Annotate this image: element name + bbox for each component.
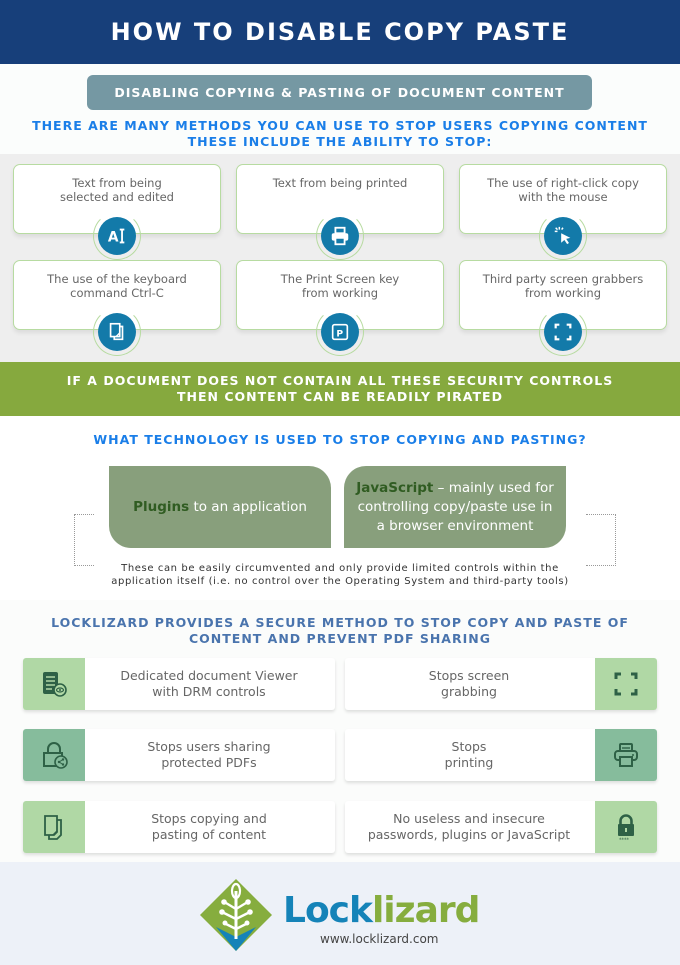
method-card: The use of right-click copy with the mou… — [459, 164, 667, 260]
heading-line-1: LOCKLIZARD PROVIDES A SECURE METHOD TO S… — [51, 615, 629, 630]
svg-text:P: P — [336, 329, 343, 340]
feature-line-2: passwords, plugins or JavaScript — [367, 827, 571, 842]
website-link[interactable]: www.locklizard.com — [320, 932, 438, 946]
text-select-icon: A — [98, 217, 136, 255]
feature-line-1: Stops users sharing — [147, 739, 271, 754]
intro-text: THERE ARE MANY METHODS YOU CAN USE TO ST… — [0, 118, 680, 150]
locklizard-heading: LOCKLIZARD PROVIDES A SECURE METHOD TO S… — [0, 615, 680, 647]
card-line-2: command Ctrl-C — [70, 286, 164, 300]
footer: Locklizard www.locklizard.com — [0, 862, 680, 965]
password-lock-icon: **** — [595, 801, 657, 853]
feature-line-1: No useless and insecure — [393, 811, 545, 826]
feature-text: Dedicated document Viewer with DRM contro… — [89, 658, 329, 710]
bracket-left — [74, 514, 94, 566]
feature-text: Stops printing — [349, 729, 589, 781]
card-line-2: from working — [301, 286, 379, 300]
feature-item: Dedicated document Viewer with DRM contro… — [23, 658, 335, 710]
javascript-box: JavaScript – mainly used for controlling… — [344, 466, 566, 548]
methods-grid: Text from being selected and edited A Te… — [0, 154, 680, 362]
document-viewer-icon — [23, 658, 85, 710]
plugins-desc: to an application — [189, 498, 307, 515]
brand-part-1: Lock — [283, 890, 373, 931]
bracket-right — [586, 514, 616, 566]
print-screen-key-icon: P — [321, 313, 359, 351]
feature-line-2: printing — [444, 755, 494, 770]
feature-line-2: grabbing — [441, 684, 497, 699]
method-card: The Print Screen key from working P — [236, 260, 444, 356]
copy-pages-icon — [23, 801, 85, 853]
feature-line-1: Dedicated document Viewer — [120, 668, 298, 683]
plugins-label: Plugins — [133, 498, 190, 515]
feature-line-2: pasting of content — [151, 827, 267, 842]
feature-line-1: Stops copying and — [151, 811, 267, 826]
screen-capture-icon — [595, 658, 657, 710]
feature-item: Stops screen grabbing — [345, 658, 657, 710]
note-line-1: These can be easily circumvented and onl… — [121, 563, 559, 574]
banner-line-1: IF A DOCUMENT DOES NOT CONTAIN ALL THESE… — [66, 373, 614, 388]
card-line-2: selected and edited — [60, 190, 174, 204]
brand-name: Locklizard — [283, 890, 480, 931]
heading-line-2: CONTENT AND PREVENT PDF SHARING — [189, 631, 491, 646]
card-line-1: Text from being — [72, 176, 162, 190]
feature-item: Stops printing — [345, 729, 657, 781]
javascript-desc-1: – mainly used for — [433, 479, 554, 496]
card-line-1: The use of the keyboard — [47, 272, 187, 286]
method-card: Third party screen grabbers from working — [459, 260, 667, 356]
feature-text: Stops users sharing protected PDFs — [89, 729, 329, 781]
copy-icon — [98, 313, 136, 351]
lock-share-icon — [23, 729, 85, 781]
printer-icon — [321, 217, 359, 255]
card-line-1: Third party screen grabbers — [482, 272, 644, 286]
plugins-box: Plugins to an application — [109, 466, 331, 548]
technology-section: WHAT TECHNOLOGY IS USED TO STOP COPYING … — [0, 416, 680, 600]
javascript-desc-3: a browser environment — [376, 517, 534, 534]
card-line-1: The use of right-click copy — [487, 176, 639, 190]
page-header: HOW TO DISABLE COPY PASTE — [0, 0, 680, 64]
feature-item: No useless and insecure passwords, plugin… — [345, 801, 657, 853]
card-line-1: The Print Screen key — [280, 272, 400, 286]
feature-line-2: protected PDFs — [161, 755, 257, 770]
feature-line-1: Stops screen — [428, 668, 510, 683]
feature-text: Stops screen grabbing — [349, 658, 589, 710]
javascript-label: JavaScript — [356, 479, 434, 496]
technology-question: WHAT TECHNOLOGY IS USED TO STOP COPYING … — [93, 432, 587, 447]
locklizard-logo-icon — [200, 879, 272, 951]
brand-part-2: lizard — [371, 890, 480, 931]
feature-item: Stops users sharing protected PDFs — [23, 729, 335, 781]
feature-text: No useless and insecure passwords, plugin… — [349, 801, 589, 853]
javascript-desc-2: controlling copy/paste use in — [357, 498, 553, 515]
technology-note: These can be easily circumvented and onl… — [0, 562, 680, 588]
intro-section: DISABLING COPYING & PASTING OF DOCUMENT … — [0, 64, 680, 154]
printer-icon — [595, 729, 657, 781]
feature-line-2: with DRM controls — [152, 684, 266, 699]
banner-line-2: THEN CONTENT CAN BE READILY PIRATED — [177, 389, 503, 404]
note-line-2: application itself (i.e. no control over… — [111, 576, 569, 587]
svg-text:A: A — [108, 230, 119, 246]
warning-banner: IF A DOCUMENT DOES NOT CONTAIN ALL THESE… — [0, 362, 680, 416]
locklizard-section: LOCKLIZARD PROVIDES A SECURE METHOD TO S… — [0, 600, 680, 862]
method-card: The use of the keyboard command Ctrl-C — [13, 260, 221, 356]
feature-item: Stops copying and pasting of content — [23, 801, 335, 853]
intro-line-1: THERE ARE MANY METHODS YOU CAN USE TO ST… — [32, 118, 648, 133]
method-card: Text from being selected and edited A — [13, 164, 221, 260]
card-line-1: Text from being printed — [272, 176, 408, 190]
card-line-2: with the mouse — [518, 190, 608, 204]
screen-capture-icon — [544, 313, 582, 351]
page-title: HOW TO DISABLE COPY PASTE — [110, 18, 570, 46]
feature-line-1: Stops — [451, 739, 487, 754]
cursor-click-icon — [544, 217, 582, 255]
feature-text: Stops copying and pasting of content — [89, 801, 329, 853]
svg-text:****: **** — [619, 838, 630, 843]
section-pill: DISABLING COPYING & PASTING OF DOCUMENT … — [87, 75, 592, 110]
intro-line-2: THESE INCLUDE THE ABILITY TO STOP: — [187, 134, 493, 149]
card-line-2: from working — [524, 286, 602, 300]
method-card: Text from being printed — [236, 164, 444, 260]
